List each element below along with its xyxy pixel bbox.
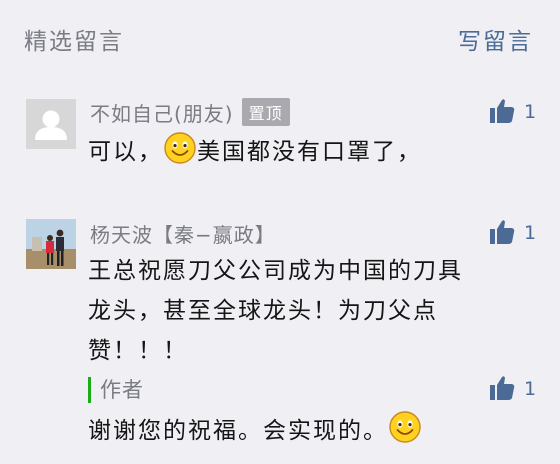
comments-header: 精选留言 写留言: [0, 0, 560, 80]
comment-text-part: 可以，: [88, 139, 163, 165]
avatar[interactable]: [26, 219, 76, 269]
comment-text-line: 赞！！！: [88, 338, 188, 364]
avatar[interactable]: [26, 99, 76, 149]
like-button[interactable]: 1: [488, 218, 548, 248]
smile-emoji-icon: [164, 132, 196, 164]
comment-author: 不如自己(朋友) 置顶: [90, 98, 290, 127]
comment-text-part: 美国都没有口罩了，: [197, 139, 422, 165]
author-reply-text: 谢谢您的祝福。会实现的。: [88, 410, 422, 451]
comment-author-name: 不如自己(朋友): [90, 102, 234, 126]
comment-text-line: 龙头，甚至全球龙头！为刀父点: [88, 298, 438, 324]
pinned-badge: 置顶: [241, 98, 290, 126]
thumbs-up-icon: [490, 220, 515, 244]
default-avatar-icon: [26, 99, 76, 149]
featured-comments-title: 精选留言: [24, 29, 124, 55]
smile-emoji-icon: [389, 411, 421, 443]
thumbs-up-icon: [490, 99, 515, 123]
reply-text: 谢谢您的祝福。会实现的。: [88, 418, 388, 444]
comment-text: 王总祝愿刀父公司成为中国的刀具 龙头，甚至全球龙头！为刀父点 赞！！！: [88, 251, 463, 371]
comment-author-name: 杨天波【秦−嬴政】: [90, 223, 276, 247]
comment-text-line: 王总祝愿刀父公司成为中国的刀具: [88, 258, 463, 284]
like-count: 1: [524, 378, 537, 400]
comment-text: 可以， 美国都没有口罩了，: [88, 131, 422, 172]
like-count: 1: [524, 101, 537, 123]
author-reply-label: 作者: [88, 377, 144, 403]
like-count: 1: [524, 222, 537, 244]
like-button[interactable]: 1: [488, 97, 548, 127]
like-button[interactable]: 1: [488, 374, 548, 404]
thumbs-up-icon: [490, 376, 515, 400]
write-comment-button[interactable]: 写留言: [458, 22, 533, 56]
user-photo-icon: [26, 219, 76, 269]
